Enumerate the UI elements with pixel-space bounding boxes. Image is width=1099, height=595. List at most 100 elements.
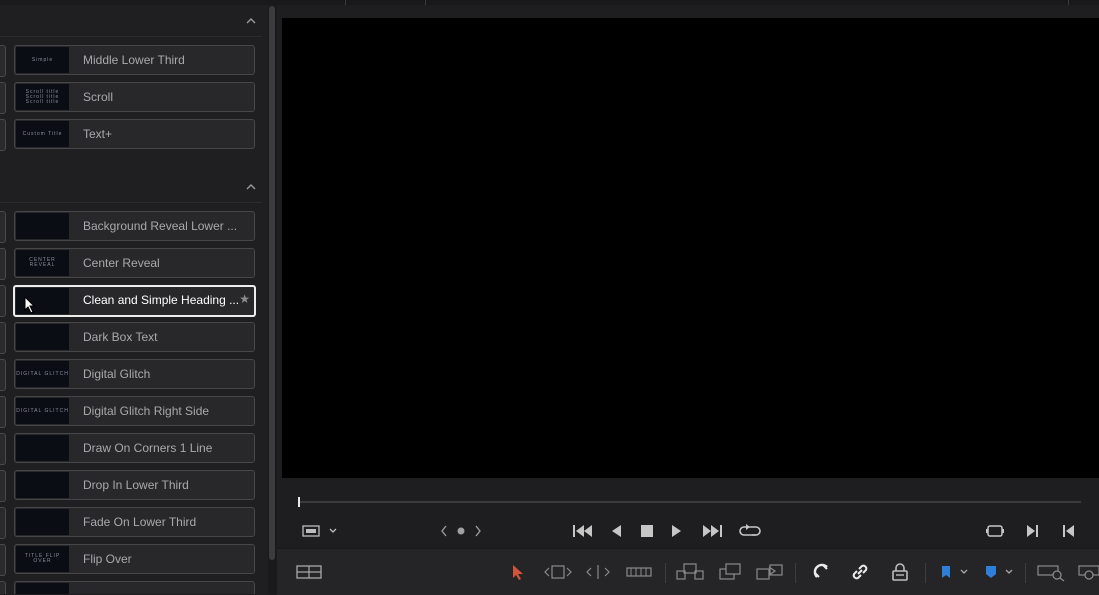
template-thumbnail	[16, 324, 69, 350]
mouse-cursor-icon	[24, 296, 36, 314]
trim-edit-icon[interactable]	[543, 549, 573, 595]
template-label: Fade On Lower Third	[83, 515, 197, 529]
row-expander[interactable]	[0, 359, 6, 391]
scrollbar-thumb[interactable]	[269, 6, 275, 560]
position-lock-icon[interactable]	[888, 549, 912, 595]
panel-top-strip	[0, 0, 268, 5]
collapse-chevron-up-icon[interactable]	[244, 180, 258, 194]
go-to-start-icon[interactable]	[571, 522, 595, 540]
template-label: Digital Glitch Right Side	[83, 404, 210, 418]
template-label: Center Reveal	[83, 256, 160, 270]
marker-icon[interactable]	[980, 549, 1016, 595]
title-template-item[interactable]: Dark Box Text	[14, 322, 255, 352]
title-template-item[interactable]: TITLE FLIP OVER Flip Over	[14, 544, 255, 574]
row-expander[interactable]	[0, 248, 6, 280]
title-template-item[interactable]: Fade On Lower Third	[14, 507, 255, 537]
linked-selection-icon[interactable]	[848, 549, 872, 595]
dynamic-trim-icon[interactable]	[583, 549, 613, 595]
play-reverse-icon[interactable]	[608, 522, 624, 540]
row-expander[interactable]	[0, 211, 6, 243]
stop-icon[interactable]	[638, 522, 656, 540]
thumbnail-caption	[16, 509, 69, 535]
title-template-item[interactable]	[14, 581, 255, 594]
scrubber-track[interactable]	[299, 501, 1081, 503]
collapse-chevron-up-icon[interactable]	[244, 14, 258, 28]
favorite-star-icon[interactable]: ★	[239, 292, 250, 306]
template-label: Drop In Lower Third	[83, 478, 189, 492]
play-icon[interactable]	[669, 522, 685, 540]
timeline-view-icon[interactable]	[295, 549, 323, 595]
title-template-item[interactable]: DIGITAL GLITCH Digital Glitch	[14, 359, 255, 389]
jog-control[interactable]	[439, 523, 483, 539]
title-template-item[interactable]: DIGITAL GLITCH Digital Glitch Right Side	[14, 396, 255, 426]
template-label: Draw On Corners 1 Line	[83, 441, 213, 455]
viewer-size-dropdown[interactable]	[301, 523, 341, 539]
thumbnail-caption	[16, 472, 69, 498]
next-edit-icon[interactable]	[1023, 522, 1041, 540]
previous-edit-icon[interactable]	[1060, 522, 1078, 540]
row-expander[interactable]	[0, 285, 6, 317]
row-expander[interactable]	[0, 82, 6, 114]
template-thumbnail	[16, 583, 69, 594]
panel-scrollbar[interactable]	[268, 0, 277, 594]
title-template-item[interactable]: Clean and Simple Heading ... ★	[13, 285, 256, 317]
template-thumbnail: Simple	[16, 47, 69, 73]
selection-arrow-icon[interactable]	[507, 549, 529, 595]
blade-icon[interactable]	[625, 549, 653, 595]
row-expander[interactable]	[0, 544, 6, 576]
row-expander[interactable]	[0, 45, 6, 77]
row-expander[interactable]	[0, 433, 6, 465]
row-expander[interactable]	[0, 396, 6, 428]
thumbnail-caption: CENTER REVEAL	[29, 257, 56, 268]
thumbnail-caption	[16, 583, 69, 594]
thumbnail-caption	[16, 435, 69, 461]
zoom-icon[interactable]	[1075, 549, 1099, 595]
template-label: Text+	[83, 127, 113, 141]
snapping-icon[interactable]	[810, 549, 834, 595]
template-thumbnail: TITLE FLIP OVER	[16, 546, 69, 572]
template-thumbnail	[16, 213, 69, 239]
thumbnail-caption: Custom Title	[22, 130, 63, 137]
title-template-item[interactable]: Drop In Lower Third	[14, 470, 255, 500]
thumbnail-caption: TITLE FLIP OVER	[24, 553, 61, 564]
row-expander[interactable]	[0, 322, 6, 354]
match-frame-icon[interactable]	[984, 522, 1006, 540]
zoom-icon[interactable]	[1035, 549, 1067, 595]
thumbnail-caption: Scroll title Scroll title Scroll title	[25, 88, 60, 105]
section-header-1[interactable]	[0, 6, 262, 37]
template-label: Scroll	[83, 90, 114, 104]
loop-icon[interactable]	[737, 521, 763, 541]
template-thumbnail	[16, 435, 69, 461]
toolbar-divider	[925, 563, 926, 583]
insert-clip-icon[interactable]	[675, 549, 705, 595]
title-template-item[interactable]: Draw On Corners 1 Line	[14, 433, 255, 463]
thumbnail-caption: Simple	[31, 56, 54, 63]
row-expander[interactable]	[0, 119, 6, 151]
thumbnail-caption	[16, 324, 69, 350]
template-label: Middle Lower Third	[83, 53, 185, 67]
replace-clip-icon[interactable]	[755, 549, 785, 595]
row-expander[interactable]	[0, 470, 6, 502]
template-thumbnail	[16, 509, 69, 535]
section-header-2[interactable]	[0, 172, 262, 203]
playhead[interactable]	[298, 497, 300, 507]
title-template-item[interactable]: CENTER REVEAL Center Reveal	[14, 248, 255, 278]
video-viewer[interactable]	[282, 18, 1099, 478]
toolbar-divider	[1025, 563, 1026, 583]
overwrite-clip-icon[interactable]	[717, 549, 743, 595]
thumbnail-caption: DIGITAL GLITCH	[16, 370, 69, 377]
template-label: Digital Glitch	[83, 367, 151, 381]
title-template-item[interactable]: Scroll title Scroll title Scroll title Sc…	[14, 82, 255, 112]
title-template-item[interactable]: Background Reveal Lower ...	[14, 211, 255, 241]
go-to-end-icon[interactable]	[700, 522, 724, 540]
flag-icon[interactable]	[935, 549, 971, 595]
title-template-item[interactable]: Simple Middle Lower Third	[14, 45, 255, 75]
template-thumbnail: DIGITAL GLITCH	[16, 398, 69, 424]
thumbnail-caption	[16, 213, 69, 239]
row-expander[interactable]	[0, 507, 6, 539]
template-thumbnail	[16, 472, 69, 498]
title-template-item[interactable]: Custom Title Text+	[14, 119, 255, 149]
tab-divider	[425, 0, 426, 5]
row-expander[interactable]	[0, 581, 6, 594]
viewer-top-tabs	[277, 0, 1099, 5]
